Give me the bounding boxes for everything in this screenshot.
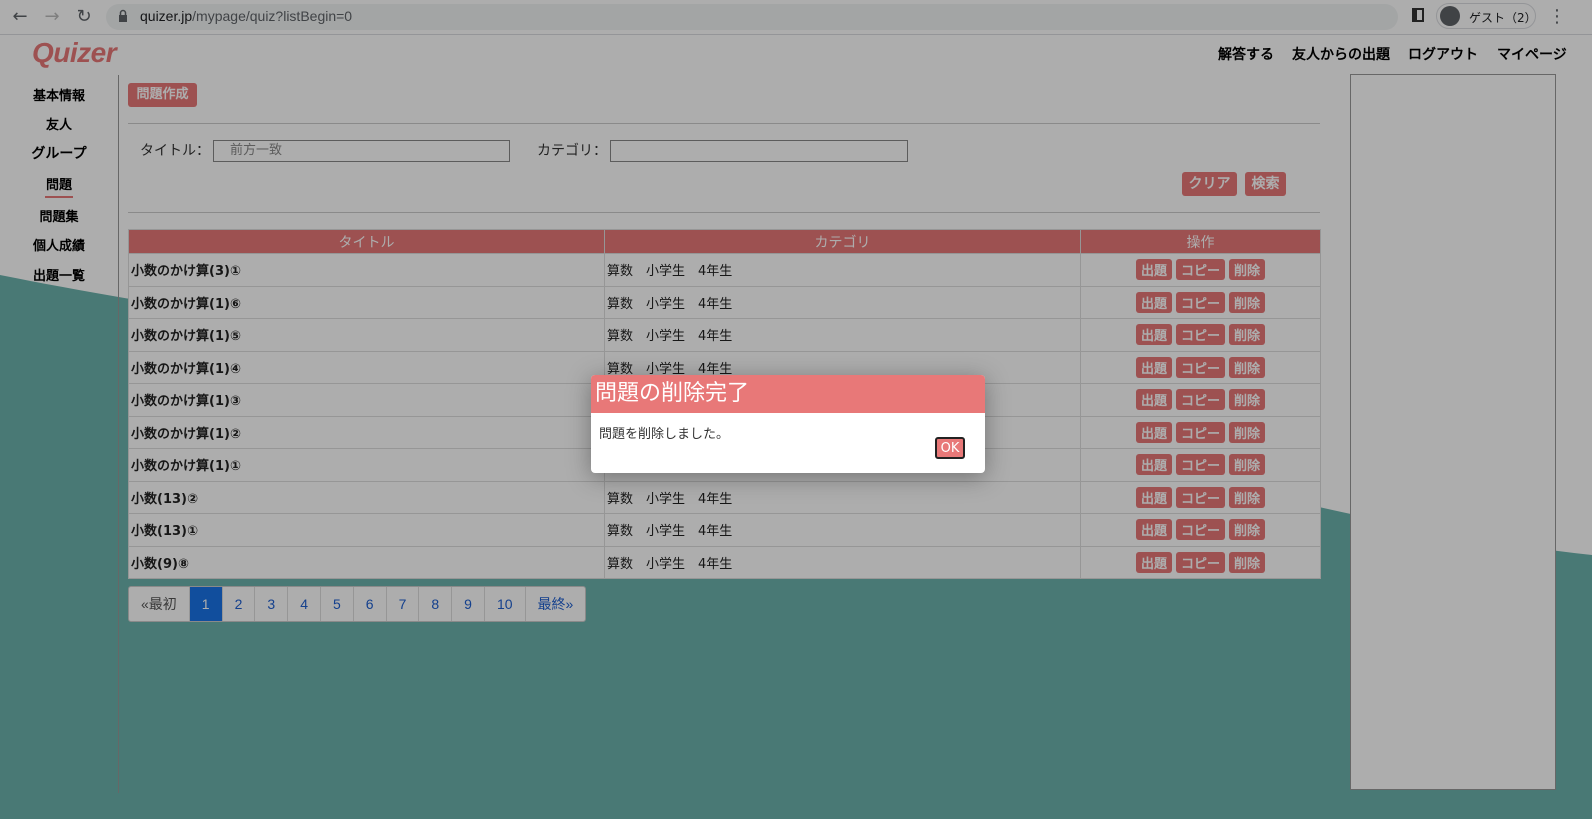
dialog-title: 問題の削除完了 [591, 375, 985, 413]
delete-complete-dialog: 問題の削除完了 問題を削除しました。 OK [591, 375, 985, 473]
ok-button[interactable]: OK [935, 437, 965, 459]
dialog-message: 問題を削除しました。 [599, 427, 730, 442]
